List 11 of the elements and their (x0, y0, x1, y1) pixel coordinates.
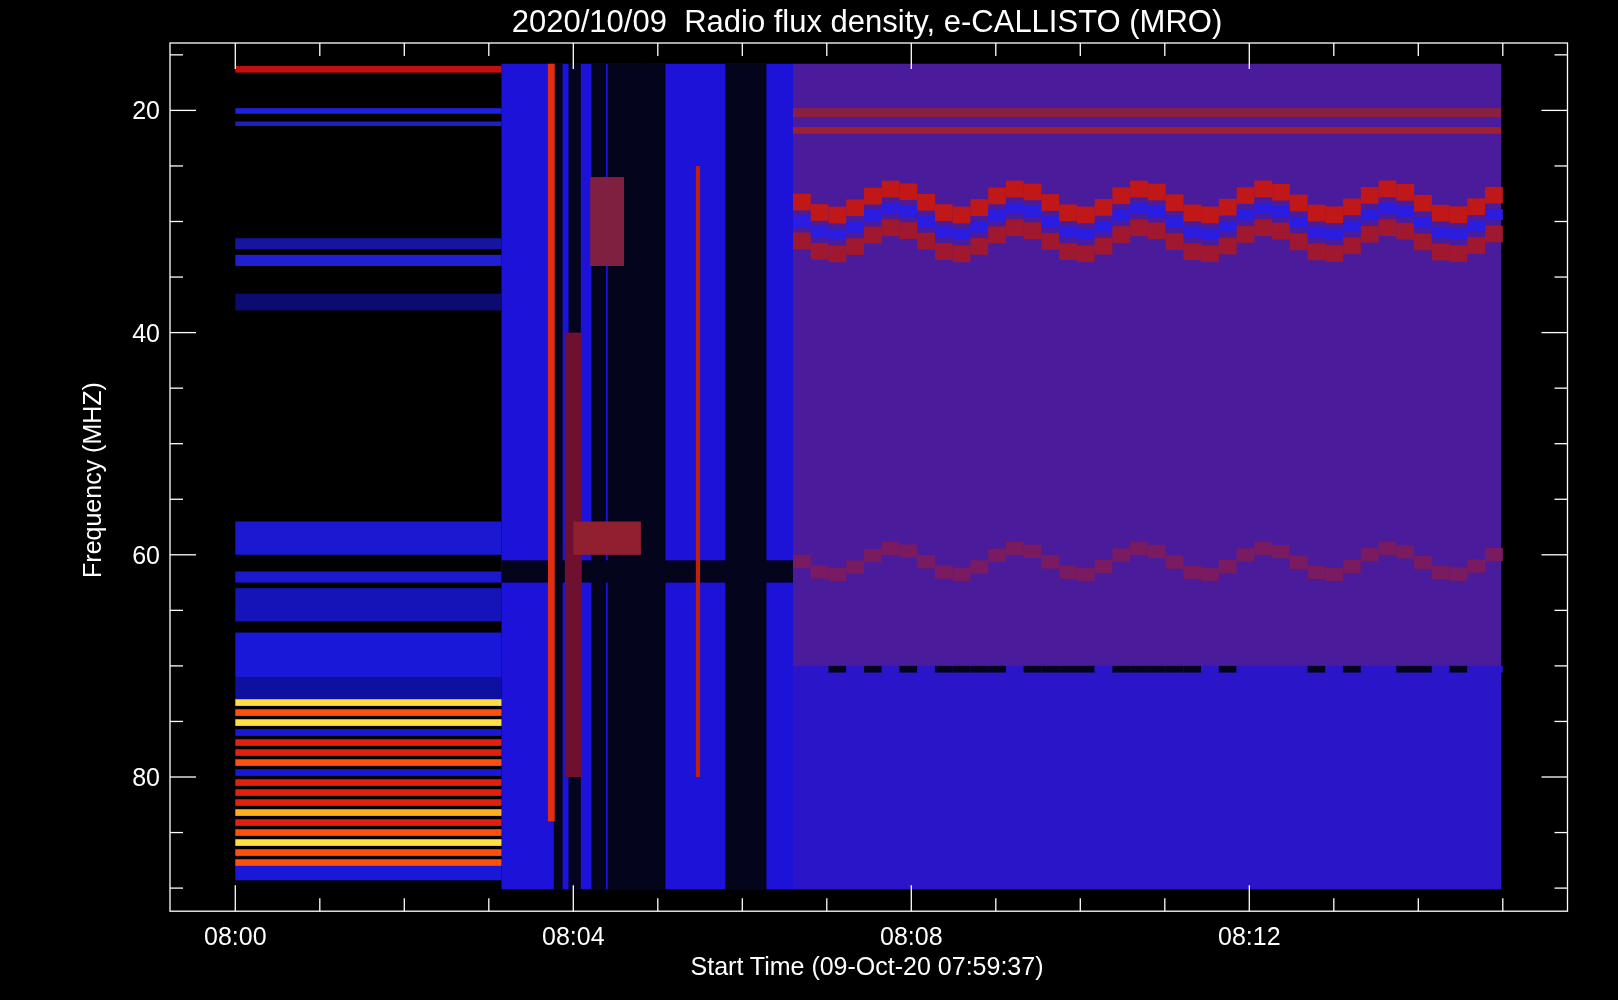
axis-label: Frequency (MHZ) (78, 382, 106, 578)
tick-label: 60 (132, 540, 160, 569)
axis-label: Start Time (09-Oct-20 07:59:37) (690, 952, 1044, 980)
chart-title: 2020/10/09 Radio flux density, e-CALLISTO (MRO) (511, 4, 1223, 39)
tick-label: 08:04 (542, 922, 605, 950)
tick-label: 08:12 (1218, 922, 1281, 950)
tick-label: 08:00 (204, 922, 267, 950)
tick-label: 20 (132, 96, 160, 125)
tick-label: 80 (132, 763, 160, 791)
tick-label: 08:08 (880, 922, 943, 950)
tick-label: 40 (132, 318, 160, 347)
